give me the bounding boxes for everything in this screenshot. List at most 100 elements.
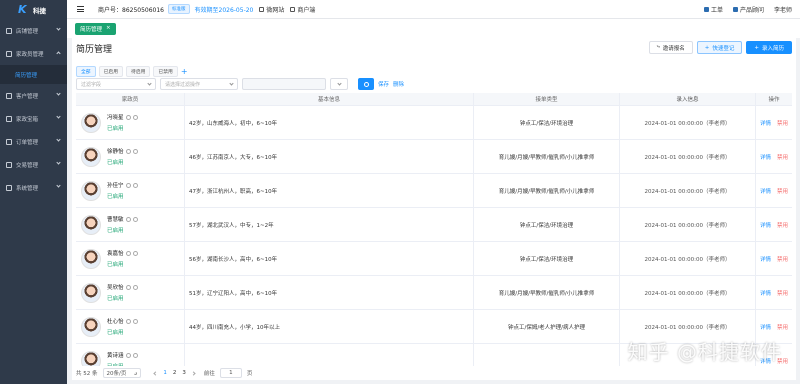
edition-badge: 标准版	[168, 4, 190, 14]
detail-link[interactable]: 详情	[760, 187, 771, 195]
add-resume-button[interactable]: + 录入简历	[746, 41, 792, 54]
edit-icon[interactable]	[132, 352, 138, 358]
housekeeper-name[interactable]: 孙佳宁	[107, 181, 124, 189]
edit-icon[interactable]	[132, 114, 138, 120]
avatar[interactable]	[81, 112, 101, 133]
filter-tab-disabled[interactable]: 已禁用	[153, 66, 178, 77]
avatar[interactable]	[81, 316, 101, 337]
topbar: 商户号：86250506016 标准版 有效期至2026-05-20 微网站 商…	[67, 0, 800, 19]
detail-link[interactable]: 详情	[760, 119, 771, 127]
housekeeper-name[interactable]: 杜心怡	[107, 317, 124, 325]
quick-register-button[interactable]: + 快速登记	[696, 41, 743, 54]
edit-icon[interactable]	[132, 284, 138, 290]
info-icon[interactable]	[125, 250, 131, 256]
tab-resume[interactable]: 简历管理 ×	[75, 22, 116, 35]
filter-field-select[interactable]: 过滤字段	[76, 78, 156, 90]
filter-value-input[interactable]	[242, 78, 326, 90]
housekeeper-name[interactable]: 冯晓星	[107, 113, 124, 121]
filter-tab-pending[interactable]: 待启用	[126, 66, 151, 77]
nav-merchant-end[interactable]: 商户端	[290, 5, 315, 14]
info-icon[interactable]	[125, 148, 131, 154]
avatar[interactable]	[81, 248, 101, 269]
invite-icon: ⤷	[656, 44, 660, 50]
sidebar-item-label: 家政员管理	[16, 51, 44, 58]
filter-value-dropdown[interactable]	[330, 78, 348, 90]
filter-tab-enabled[interactable]: 已启用	[98, 66, 124, 77]
logo[interactable]: K 科捷	[0, 0, 67, 19]
delete-filter-link[interactable]: 删除	[393, 80, 404, 88]
edit-icon[interactable]	[132, 182, 138, 188]
status-badge: 已启用	[107, 228, 124, 234]
disable-link[interactable]: 禁用	[777, 119, 788, 127]
cell-basic-info: 42岁，山东威海人，初中，6~10年	[185, 106, 474, 139]
work-order-link[interactable]: 工单	[703, 5, 723, 14]
disable-link[interactable]: 禁用	[777, 289, 788, 297]
housekeeper-name[interactable]: 袁嘉怡	[107, 249, 124, 257]
save-filter-link[interactable]: 保存	[378, 80, 389, 88]
disable-link[interactable]: 禁用	[777, 323, 788, 331]
disable-link[interactable]: 禁用	[777, 187, 788, 195]
name-line: 吴欣怡	[107, 283, 138, 291]
product-advisor-link[interactable]: 产品顾问	[732, 5, 764, 14]
table-row: 曹慧敏 已启用 57岁，湖北武汉人，中专，1~2年 钟点工/保洁/环境治理 2024-0…	[76, 208, 792, 242]
edit-icon[interactable]	[132, 148, 138, 154]
avatar[interactable]	[81, 214, 101, 235]
page-1[interactable]: 1	[163, 370, 167, 376]
sidebar-subitem-resume[interactable]: 简历管理	[0, 65, 67, 84]
disable-link[interactable]: 禁用	[777, 221, 788, 229]
user-menu[interactable]: 李老师	[774, 5, 792, 14]
pagination-bar: 共 52 条 20条/页 1 2 3 前往 1 页	[72, 366, 796, 380]
cell-actions: 详情 禁用	[756, 276, 792, 309]
button-label: 邀请报名	[662, 45, 685, 52]
detail-link[interactable]: 详情	[760, 153, 771, 161]
sidebar-item-housekeeper[interactable]: 家政员管理	[0, 42, 67, 65]
invite-button[interactable]: ⤷ 邀请报名	[648, 41, 693, 54]
detail-link[interactable]: 详情	[760, 255, 771, 263]
menu-toggle-icon[interactable]	[77, 6, 84, 12]
info-icon[interactable]	[125, 182, 131, 188]
sidebar-item-customer[interactable]: 客户管理	[0, 84, 67, 107]
close-icon[interactable]: ×	[106, 25, 111, 33]
sidebar-item-orders[interactable]: 订单管理	[0, 130, 67, 153]
avatar[interactable]	[81, 146, 101, 167]
goto-page-input[interactable]: 1	[219, 368, 242, 378]
page-2[interactable]: 2	[173, 370, 177, 376]
sidebar-item-treasure[interactable]: 家政宝箱	[0, 107, 67, 130]
housekeeper-icon	[6, 50, 12, 57]
avatar[interactable]	[81, 282, 101, 303]
detail-link[interactable]: 详情	[760, 323, 771, 331]
detail-link[interactable]: 详情	[760, 221, 771, 229]
edit-icon[interactable]	[132, 318, 138, 324]
info-icon[interactable]	[125, 114, 131, 120]
search-button[interactable]	[358, 78, 374, 90]
cell-actions: 详情 禁用	[756, 140, 792, 173]
info-icon[interactable]	[125, 352, 131, 358]
info-icon[interactable]	[125, 284, 131, 290]
next-page-icon[interactable]	[191, 370, 196, 376]
info-icon[interactable]	[125, 318, 131, 324]
edit-icon[interactable]	[132, 216, 138, 222]
housekeeper-name[interactable]: 黄诗涵	[107, 351, 124, 359]
add-filter-tab-button[interactable]: +	[181, 67, 188, 76]
filter-tab-all[interactable]: 全部	[76, 66, 96, 77]
prev-page-icon[interactable]	[153, 370, 158, 376]
info-icon[interactable]	[125, 216, 131, 222]
work-order-label: 工单	[710, 7, 723, 14]
detail-link[interactable]: 详情	[760, 289, 771, 297]
sidebar-item-system[interactable]: 系统管理	[0, 176, 67, 199]
housekeeper-name[interactable]: 徐静怡	[107, 147, 124, 155]
page-size-select[interactable]: 20条/页	[102, 368, 142, 378]
work-order-icon	[703, 7, 709, 12]
sidebar-item-store[interactable]: 店铺管理	[0, 19, 67, 42]
disable-link[interactable]: 禁用	[777, 255, 788, 263]
avatar[interactable]	[81, 180, 101, 201]
filter-operation-select[interactable]: 请选择过滤操作	[160, 78, 238, 90]
nav-microsite[interactable]: 微网站	[259, 5, 284, 14]
sidebar-item-transactions[interactable]: 交易管理	[0, 153, 67, 176]
housekeeper-name[interactable]: 吴欣怡	[107, 283, 124, 291]
page-3[interactable]: 3	[182, 370, 186, 376]
button-label: 快速登记	[712, 45, 735, 52]
edit-icon[interactable]	[132, 250, 138, 256]
disable-link[interactable]: 禁用	[777, 153, 788, 161]
housekeeper-name[interactable]: 曹慧敏	[107, 215, 124, 223]
